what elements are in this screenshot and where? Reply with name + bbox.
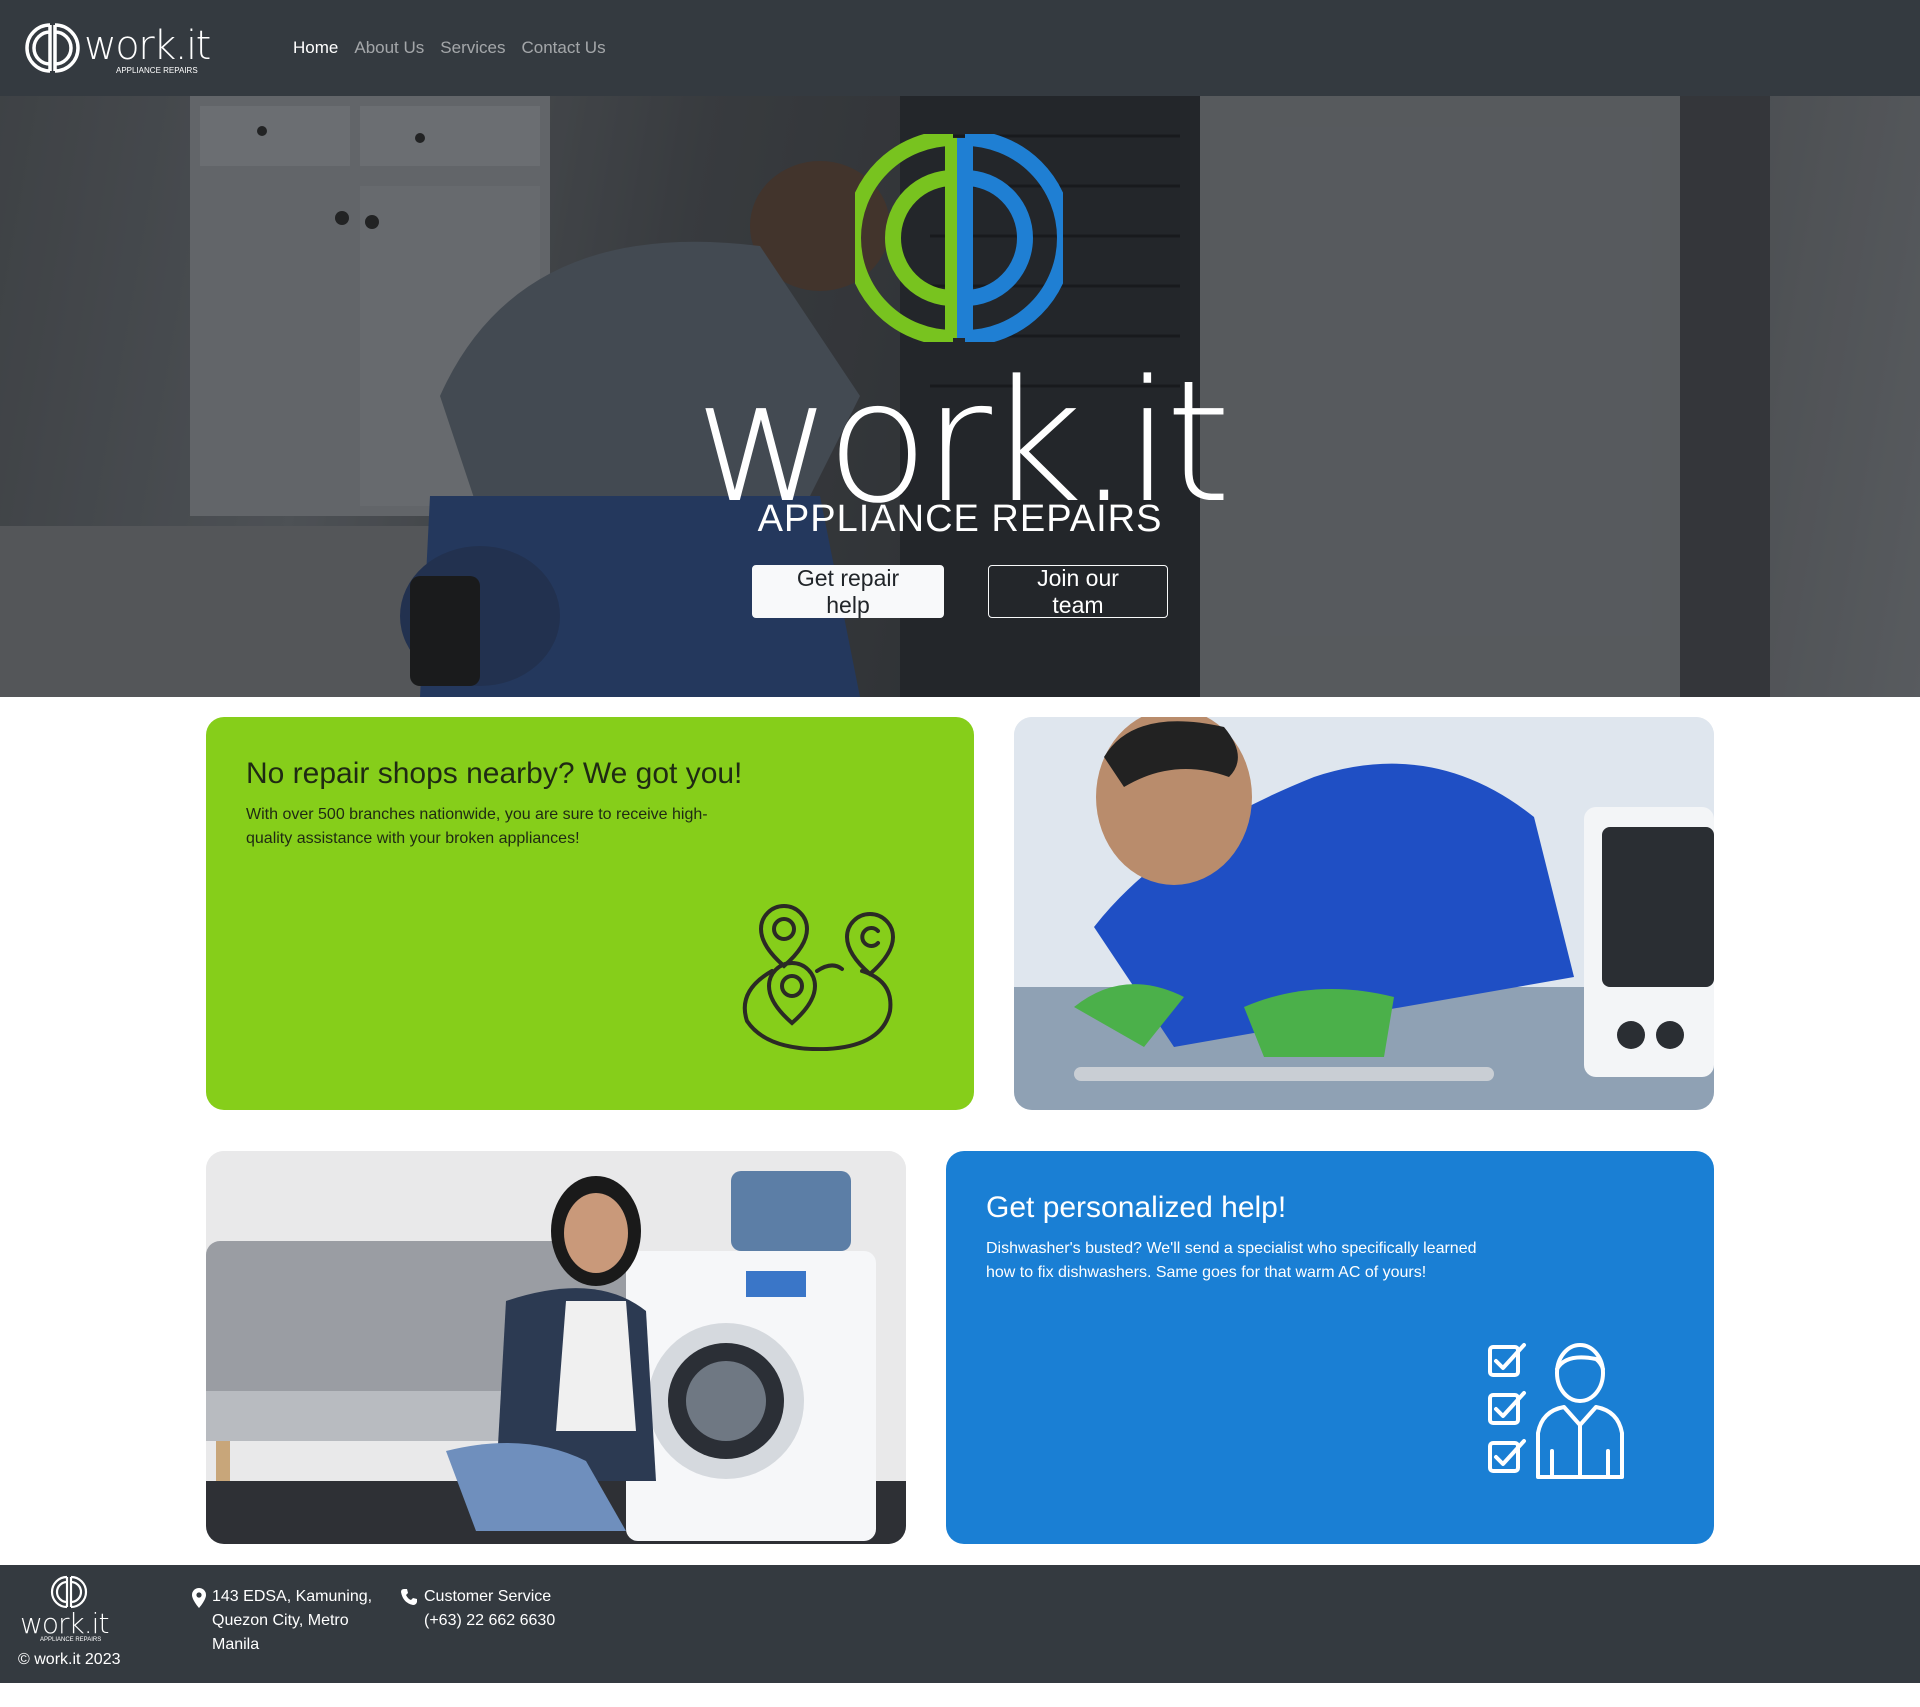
- woman-washer-photo: [206, 1151, 906, 1544]
- footer-copyright: © work.it 2023: [18, 1651, 121, 1668]
- nav-logo[interactable]: work.it APPLIANCE REPAIRS: [24, 20, 244, 76]
- page-bottom-margin: [0, 1683, 1920, 1707]
- nearby-card-title: No repair shops nearby? We got you!: [246, 757, 743, 790]
- nearby-card-text: With over 500 branches nationwide, you a…: [246, 806, 708, 847]
- join-our-team-button[interactable]: Join our team: [988, 565, 1168, 618]
- map-pins-icon: [742, 903, 896, 1051]
- footer-address: 143 EDSA, Kamuning, Quezon City, Metro M…: [192, 1585, 382, 1657]
- nav-logo-tagline: APPLIANCE REPAIRS: [116, 66, 198, 75]
- footer-address-line-1: 143 EDSA, Kamuning,: [212, 1588, 373, 1605]
- footer-address-line-2: Quezon City, Metro: [212, 1612, 349, 1629]
- footer-logo[interactable]: work.it APPLIANCE REPAIRS: [18, 1575, 124, 1643]
- footer-phone: Customer Service (+63) 22 662 6630: [400, 1585, 555, 1633]
- nav-about-link[interactable]: About Us: [354, 38, 424, 58]
- nearby-feature-card: No repair shops nearby? We got you! With…: [206, 717, 974, 1110]
- nav-links: Home About Us Services Contact Us: [293, 38, 606, 58]
- site-footer: work.it APPLIANCE REPAIRS © work.it 2023…: [0, 1565, 1920, 1683]
- brand-emblem-icon: [855, 134, 1063, 342]
- hero-buttons: Get repair help Join our team: [752, 565, 1168, 618]
- phone-icon: [401, 1589, 417, 1605]
- get-repair-help-button[interactable]: Get repair help: [752, 565, 944, 618]
- nav-logo-wordmark: work.it: [84, 23, 210, 69]
- personalized-card-text: Dishwasher's busted? We'll send a specia…: [986, 1240, 1477, 1281]
- personalized-card-title: Get personalized help!: [986, 1191, 1287, 1224]
- hero-subtitle: APPLIANCE REPAIRS: [757, 498, 1163, 540]
- footer-logo-wordmark: work.it: [20, 1607, 108, 1640]
- personalized-feature-card: Get personalized help! Dishwasher's bust…: [946, 1151, 1714, 1544]
- hero-section: work.it APPLIANCE REPAIRS Get repair hel…: [0, 96, 1920, 697]
- top-navbar: work.it APPLIANCE REPAIRS Home About Us …: [0, 0, 1920, 96]
- footer-phone-label: Customer Service: [424, 1588, 552, 1605]
- map-marker-icon: [192, 1588, 206, 1608]
- nav-contact-link[interactable]: Contact Us: [521, 38, 605, 58]
- footer-phone-number[interactable]: (+63) 22 662 6630: [424, 1609, 555, 1633]
- footer-address-line-3: Manila: [212, 1636, 260, 1653]
- footer-logo-tagline: APPLIANCE REPAIRS: [40, 1637, 101, 1641]
- technician-photo: [1014, 717, 1714, 1110]
- nav-services-link[interactable]: Services: [440, 38, 505, 58]
- checklist-specialist-icon: [1488, 1343, 1624, 1479]
- nav-home-link[interactable]: Home: [293, 38, 338, 58]
